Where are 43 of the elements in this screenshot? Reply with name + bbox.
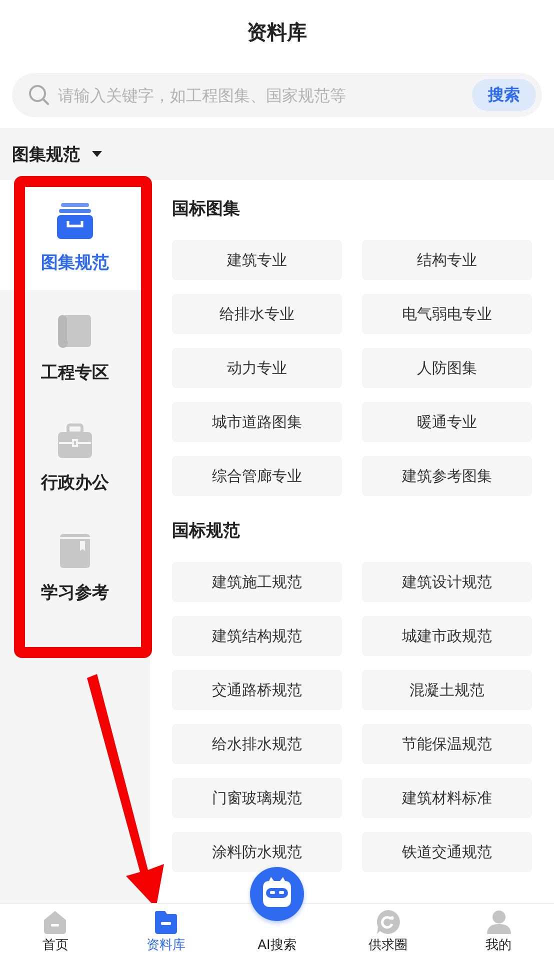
briefcase-icon bbox=[55, 421, 95, 461]
section-title: 国标图集 bbox=[172, 198, 241, 221]
sidebar-item[interactable]: 学习参考 bbox=[0, 510, 150, 620]
sidebar-item[interactable]: 工程专区 bbox=[0, 290, 150, 400]
category-tile[interactable]: 城建市政规范 bbox=[362, 616, 532, 656]
category-tile[interactable]: 建筑参考图集 bbox=[362, 456, 532, 496]
category-tile[interactable]: 门窗玻璃规范 bbox=[172, 778, 342, 818]
category-tile[interactable]: 建筑材料标准 bbox=[362, 778, 532, 818]
category-tile[interactable]: 交通路桥规范 bbox=[172, 670, 342, 710]
category-tile[interactable]: 动力专业 bbox=[172, 348, 342, 388]
search-field[interactable]: 请输入关键字，如工程图集、国家规范等 搜索 bbox=[12, 73, 542, 117]
category-tile[interactable]: 暖通专业 bbox=[362, 402, 532, 442]
search-button[interactable]: 搜索 bbox=[472, 79, 536, 111]
category-tile[interactable]: 节能保温规范 bbox=[362, 724, 532, 764]
category-tile[interactable]: 给水排水规范 bbox=[172, 724, 342, 764]
tab-item[interactable]: 我的 bbox=[443, 904, 554, 956]
sidebar-item[interactable]: 行政办公 bbox=[0, 400, 150, 510]
tab-item[interactable]: 首页 bbox=[0, 904, 111, 956]
category-tile[interactable]: 城市道路图集 bbox=[172, 402, 342, 442]
category-tile[interactable]: 涂料防水规范 bbox=[172, 832, 342, 872]
tab-item[interactable]: 供求圈 bbox=[332, 904, 444, 956]
category-tile[interactable]: 人防图集 bbox=[362, 348, 532, 388]
page-title: 资料库 bbox=[247, 18, 307, 46]
category-dropdown[interactable]: 图集规范 bbox=[12, 142, 102, 166]
category-tile[interactable]: 建筑设计规范 bbox=[362, 562, 532, 602]
home-icon bbox=[42, 909, 68, 935]
drawer-icon bbox=[55, 201, 95, 241]
folder-icon bbox=[153, 909, 180, 935]
category-tile[interactable]: 建筑结构规范 bbox=[172, 616, 342, 656]
person-icon bbox=[486, 909, 512, 935]
search-icon bbox=[28, 84, 50, 106]
category-tile[interactable]: 混凝土规范 bbox=[362, 670, 532, 710]
chat-icon bbox=[374, 909, 401, 935]
category-tile[interactable]: 结构专业 bbox=[362, 240, 532, 280]
category-tile[interactable]: 建筑施工规范 bbox=[172, 562, 342, 602]
caret-icon bbox=[92, 151, 102, 157]
category-tile[interactable]: 综合管廊专业 bbox=[172, 456, 342, 496]
category-tile[interactable]: 铁道交通规范 bbox=[362, 832, 532, 872]
category-tile[interactable]: 给排水专业 bbox=[172, 294, 342, 334]
category-tile[interactable]: 建筑专业 bbox=[172, 240, 342, 280]
category-tile[interactable]: 电气弱电专业 bbox=[362, 294, 532, 334]
tab-item[interactable]: 资料库 bbox=[110, 904, 222, 956]
section-title: 国标规范 bbox=[172, 520, 241, 543]
